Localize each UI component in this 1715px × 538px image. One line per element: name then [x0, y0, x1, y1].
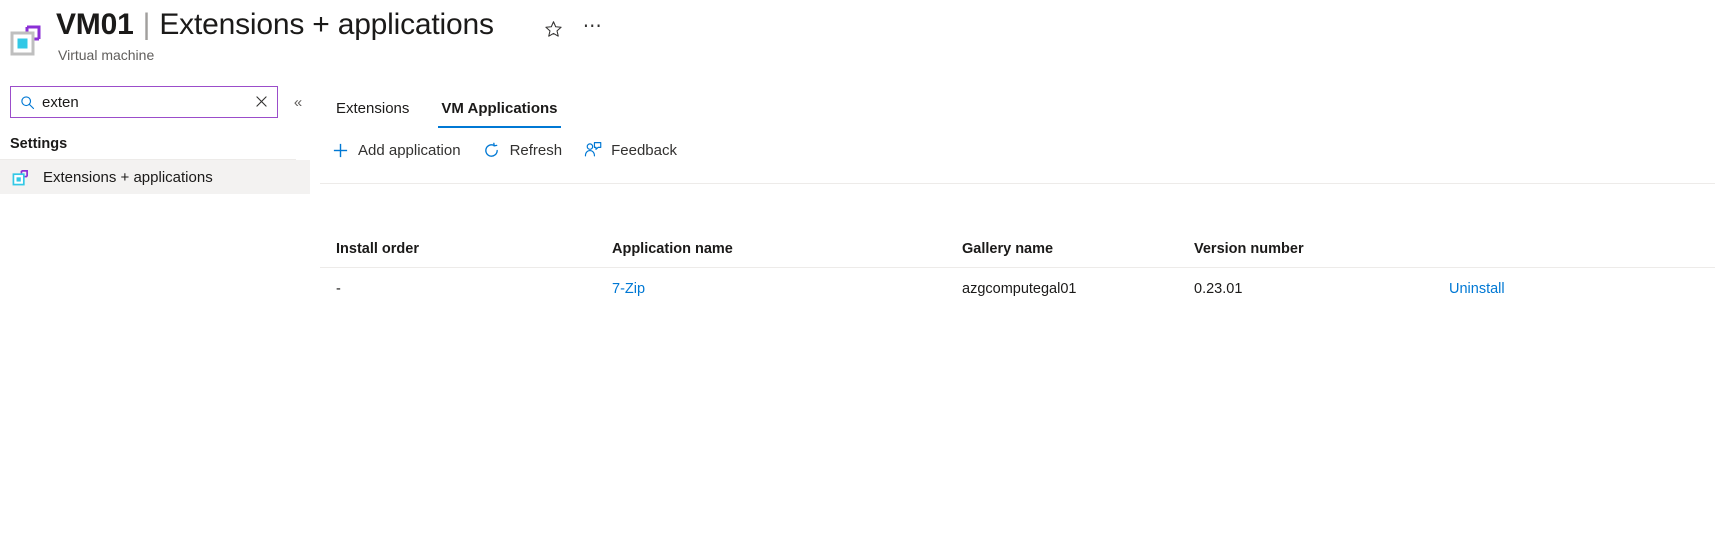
refresh-button[interactable]: Refresh	[472, 134, 574, 166]
blade-header: VM01 | Extensions + applications Virtual…	[0, 0, 1715, 80]
blade-sidebar: « Settings Extensions + applications	[0, 86, 324, 538]
ellipsis-icon: ⋯	[582, 15, 604, 37]
column-header-gallery-name: Gallery name	[962, 241, 1054, 257]
title-separator: |	[142, 8, 151, 41]
command-bar: Add application Refresh Feedback	[320, 132, 688, 168]
vm-applications-table: Install order Application name Gallery n…	[320, 231, 1715, 309]
star-icon	[544, 20, 563, 42]
plus-icon	[331, 141, 349, 159]
favorite-button[interactable]	[536, 14, 570, 48]
cell-version-number: 0.23.01	[1194, 280, 1243, 297]
feedback-button[interactable]: Feedback	[573, 134, 688, 166]
table-header-row: Install order Application name Gallery n…	[320, 231, 1715, 267]
resource-type-subtitle: Virtual machine	[58, 47, 155, 63]
refresh-icon	[483, 141, 501, 159]
tab-extensions[interactable]: Extensions	[320, 100, 425, 128]
tab-bar: Extensions VM Applications	[320, 86, 574, 128]
search-input[interactable]	[42, 93, 251, 111]
column-header-install-order: Install order	[336, 241, 419, 257]
command-bar-divider	[320, 183, 1715, 184]
blade-name: Extensions + applications	[159, 8, 494, 41]
virtual-machine-icon	[8, 22, 44, 58]
more-menu-button[interactable]: ⋯	[576, 14, 610, 48]
add-application-button[interactable]: Add application	[320, 134, 472, 166]
sidebar-nav: Settings Extensions + applications	[0, 130, 310, 194]
refresh-label: Refresh	[509, 141, 563, 159]
sidebar-search-row: «	[10, 86, 308, 118]
close-icon	[255, 95, 267, 110]
header-actions: ⋯	[536, 14, 610, 48]
sidebar-section-title: Settings	[10, 136, 68, 152]
search-box[interactable]	[10, 86, 278, 118]
uninstall-link[interactable]: Uninstall	[1449, 281, 1505, 297]
page-title: VM01 | Extensions + applications	[56, 8, 494, 42]
table-row[interactable]: - 7-Zip azgcomputegal01 0.23.01 Uninstal…	[320, 267, 1715, 309]
column-header-version-number: Version number	[1194, 241, 1304, 257]
sidebar-item-extensions-applications[interactable]: Extensions + applications	[0, 160, 310, 194]
feedback-label: Feedback	[611, 141, 677, 159]
tab-vm-applications[interactable]: VM Applications	[425, 100, 573, 128]
cell-application-name: 7-Zip	[612, 281, 962, 297]
azure-portal-blade: VM01 | Extensions + applications Virtual…	[0, 0, 1715, 538]
chevron-double-left-icon: «	[293, 93, 303, 111]
collapse-sidebar-button[interactable]: «	[288, 90, 308, 114]
clear-search-button[interactable]	[251, 92, 271, 112]
add-application-label: Add application	[358, 141, 461, 159]
resource-name: VM01	[56, 8, 134, 41]
column-header-application-name: Application name	[612, 241, 733, 257]
cell-install-order: -	[336, 280, 341, 297]
sidebar-item-label: Extensions + applications	[43, 168, 213, 186]
cell-actions: Uninstall	[1449, 281, 1715, 297]
feedback-person-icon	[584, 141, 602, 159]
search-icon	[19, 94, 35, 110]
cell-gallery-name: azgcomputegal01	[962, 280, 1077, 297]
vm-extensions-icon	[12, 169, 29, 186]
blade-content: Extensions VM Applications Add applicati…	[320, 86, 1715, 538]
application-name-link[interactable]: 7-Zip	[612, 281, 645, 297]
